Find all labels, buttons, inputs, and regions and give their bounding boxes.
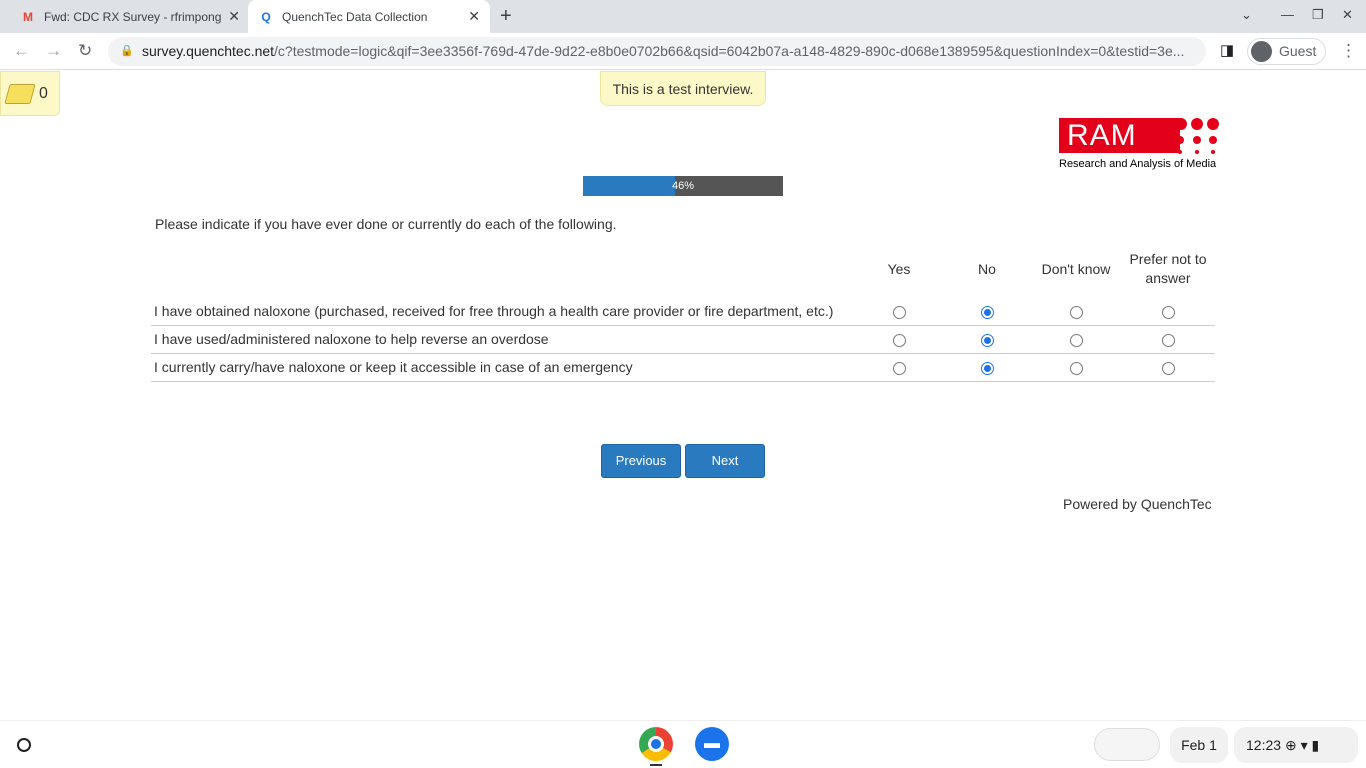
progress-bar: 46% — [583, 176, 783, 196]
tab-title: QuenchTec Data Collection — [282, 9, 428, 24]
column-header: Yes — [887, 260, 911, 277]
url-path: /c?testmode=logic&qif=3ee3356f-769d-47de… — [274, 43, 1185, 59]
notes-button[interactable]: 0 — [0, 71, 60, 116]
close-tab-icon[interactable]: ✕ — [468, 8, 480, 25]
answer-grid: Yes No Don't know Prefer not to answer I ha… — [151, 240, 1215, 382]
add-icon: ⊕ — [1284, 737, 1297, 753]
radio-button[interactable] — [980, 333, 994, 347]
tab-search-icon[interactable]: ⌄ — [1241, 7, 1252, 23]
radio-button[interactable] — [1069, 305, 1083, 319]
radio-button[interactable] — [892, 333, 906, 347]
restore-icon[interactable]: ❐ — [1312, 7, 1324, 23]
radio-button[interactable] — [980, 361, 994, 375]
reload-icon[interactable]: ↻ — [78, 41, 92, 61]
close-tab-icon[interactable]: ✕ — [228, 8, 240, 25]
progress-label: 46% — [671, 180, 695, 192]
radio-button[interactable] — [1161, 333, 1175, 347]
radio-button[interactable] — [892, 305, 906, 319]
radio-button[interactable] — [1161, 305, 1175, 319]
wifi-icon: ▾ — [1300, 737, 1308, 753]
status-tray[interactable]: 12:23 ⊕ ▾ ▮ — [1234, 727, 1358, 763]
next-button[interactable]: Next — [685, 444, 765, 478]
row-label: I have obtained naloxone (purchased, rec… — [151, 298, 855, 326]
clock: 12:23 — [1246, 737, 1282, 753]
logo-subtitle: Research and Analysis of Media — [1059, 158, 1217, 170]
table-row: I currently carry/have naloxone or keep … — [151, 353, 1215, 382]
radio-button[interactable] — [892, 361, 906, 375]
column-header: Prefer not to answer — [1129, 251, 1207, 286]
notes-count: 0 — [39, 84, 48, 102]
address-bar[interactable]: 🔒 survey.quenchtec.net/c?testmode=logic&q… — [108, 37, 1206, 66]
files-icon[interactable]: ▬ — [695, 727, 729, 761]
launcher-icon[interactable] — [17, 738, 31, 752]
tab-bar: M Fwd: CDC RX Survey - rfrimpong ✕ Q Quench… — [0, 0, 1366, 33]
minimize-icon[interactable]: — — [1281, 7, 1294, 22]
radio-button[interactable] — [1161, 361, 1175, 375]
previous-button[interactable]: Previous — [601, 444, 681, 478]
profile-button[interactable]: Guest — [1247, 38, 1326, 65]
avatar — [1251, 41, 1272, 62]
table-row: I have obtained naloxone (purchased, rec… — [151, 298, 1215, 326]
tab-title: Fwd: CDC RX Survey - rfrimpong — [44, 9, 222, 24]
column-header: Don't know — [1041, 260, 1111, 277]
lock-icon: 🔒 — [120, 45, 134, 57]
radio-button[interactable] — [980, 305, 994, 319]
radio-button[interactable] — [1069, 361, 1083, 375]
row-label: I currently carry/have naloxone or keep … — [151, 353, 855, 382]
forward-icon[interactable]: → — [45, 41, 62, 61]
battery-icon: ▮ — [1311, 737, 1320, 753]
quenchtec-icon: Q — [261, 9, 271, 24]
powered-by: Powered by QuenchTec — [1063, 496, 1212, 512]
chrome-icon[interactable] — [639, 727, 673, 761]
tote-icon[interactable] — [1094, 728, 1160, 761]
note-icon — [4, 83, 36, 104]
browser-toolbar: ← → ↻ 🔒 survey.quenchtec.net/c?testmode=l… — [0, 33, 1366, 70]
menu-icon[interactable]: ⋮ — [1340, 41, 1357, 61]
new-tab-button[interactable]: + — [500, 5, 512, 28]
tab-quenchtec[interactable]: Q QuenchTec Data Collection ✕ — [248, 0, 490, 33]
tab-gmail[interactable]: M Fwd: CDC RX Survey - rfrimpong ✕ — [10, 0, 250, 33]
row-label: I have used/administered naloxone to hel… — [151, 325, 855, 354]
back-icon[interactable]: ← — [13, 41, 30, 61]
gmail-icon: M — [23, 9, 33, 24]
close-window-icon[interactable]: ✕ — [1342, 7, 1353, 23]
test-interview-banner: This is a test interview. — [600, 71, 766, 106]
side-panel-icon[interactable]: ◨ — [1220, 41, 1234, 59]
profile-label: Guest — [1279, 43, 1317, 59]
shelf: ▬ Feb 1 12:23 ⊕ ▾ ▮ — [0, 720, 1366, 768]
ram-logo: RAM Research and Analysis of Media — [1059, 118, 1221, 170]
logo-text: RAM — [1059, 118, 1180, 153]
column-header: No — [978, 260, 996, 277]
table-row: I have used/administered naloxone to hel… — [151, 325, 1215, 354]
date-tray[interactable]: Feb 1 — [1170, 727, 1228, 763]
question-text: Please indicate if you have ever done or… — [155, 216, 617, 232]
url-host: survey.quenchtec.net — [142, 43, 275, 59]
radio-button[interactable] — [1069, 333, 1083, 347]
